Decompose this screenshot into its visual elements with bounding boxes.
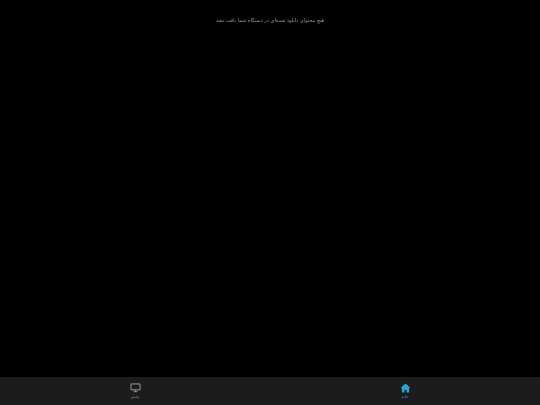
nav-label-tv: پخش	[130, 394, 140, 399]
content-area: هیچ محتوای دانلود شده‌ای در دستگاه شما ی…	[0, 0, 540, 377]
empty-state-message: هیچ محتوای دانلود شده‌ای در دستگاه شما ی…	[215, 18, 325, 24]
nav-item-home[interactable]: خانه	[270, 377, 540, 405]
home-icon	[400, 383, 410, 393]
nav-label-home: خانه	[401, 394, 409, 399]
app-screen: هیچ محتوای دانلود شده‌ای در دستگاه شما ی…	[0, 0, 540, 405]
bottom-navigation: پخش خانه	[0, 377, 540, 405]
tv-icon	[129, 383, 141, 393]
nav-item-tv[interactable]: پخش	[0, 377, 270, 405]
